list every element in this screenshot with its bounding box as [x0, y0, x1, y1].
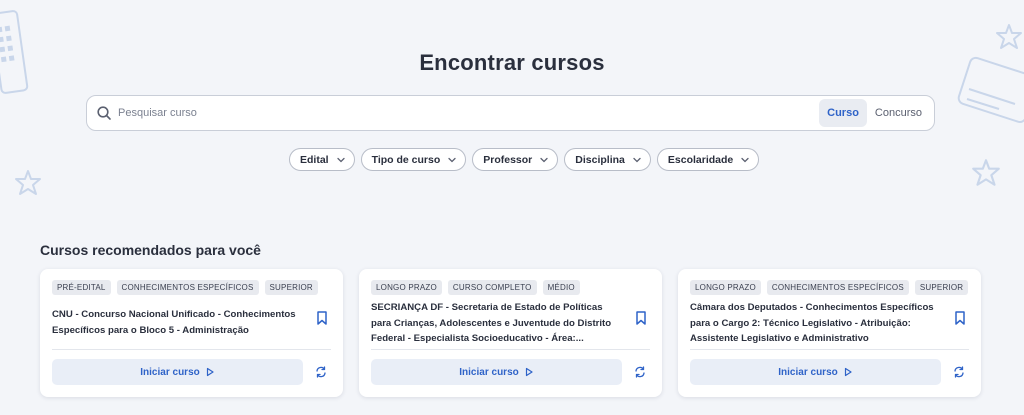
search-input[interactable]	[118, 96, 820, 130]
tag: LONGO PRAZO	[371, 280, 442, 295]
page-title: Encontrar cursos	[419, 50, 605, 75]
tag-list: LONGO PRAZO CURSO COMPLETO MÉDIO	[371, 280, 580, 295]
search-bar: Curso Concurso	[86, 95, 935, 131]
divider	[371, 349, 650, 350]
start-course-label: Iniciar curso	[140, 366, 200, 378]
course-title[interactable]: SECRIANÇA DF - Secretaria de Estado de P…	[371, 300, 621, 347]
filter-tipo-de-curso[interactable]: Tipo de curso	[360, 148, 467, 171]
star-decoration	[996, 24, 1022, 49]
start-course-label: Iniciar curso	[778, 366, 838, 378]
tag: CONHECIMENTOS ESPECÍFICOS	[766, 280, 909, 295]
star-decoration	[972, 159, 1000, 186]
start-course-label: Iniciar curso	[459, 366, 519, 378]
search-type-toggle: Curso Concurso	[819, 99, 930, 127]
star-decoration	[15, 170, 41, 195]
filter-label: Edital	[300, 153, 329, 166]
start-course-button[interactable]: Iniciar curso	[52, 359, 303, 385]
filter-label: Professor	[483, 153, 533, 166]
chevron-down-icon	[336, 155, 346, 165]
filter-bar: Edital Tipo de curso Professor Disciplin…	[289, 148, 760, 171]
tag-list: LONGO PRAZO CONHECIMENTOS ESPECÍFICOS SU…	[690, 280, 969, 295]
tag-list: PRÉ-EDITAL CONHECIMENTOS ESPECÍFICOS SUP…	[52, 280, 318, 295]
chevron-down-icon	[632, 155, 642, 165]
tag: PRÉ-EDITAL	[52, 280, 111, 295]
filter-escolaridade[interactable]: Escolaridade	[656, 148, 760, 171]
tag: SUPERIOR	[264, 280, 318, 295]
play-icon	[843, 367, 853, 377]
toggle-concurso[interactable]: Concurso	[867, 99, 930, 127]
divider	[52, 349, 331, 350]
course-title[interactable]: CNU - Concurso Nacional Unificado - Conh…	[52, 307, 302, 338]
course-title[interactable]: Câmara dos Deputados - Conhecimentos Esp…	[690, 300, 940, 347]
refresh-icon[interactable]	[314, 365, 328, 379]
refresh-icon[interactable]	[633, 365, 647, 379]
play-icon	[205, 367, 215, 377]
tag: SUPERIOR	[914, 280, 969, 295]
course-card: PRÉ-EDITAL CONHECIMENTOS ESPECÍFICOS SUP…	[40, 269, 343, 397]
filter-edital[interactable]: Edital	[289, 148, 355, 171]
bookmark-icon[interactable]	[315, 310, 329, 326]
filter-disciplina[interactable]: Disciplina	[564, 148, 651, 171]
play-icon	[524, 367, 534, 377]
chevron-down-icon	[447, 155, 457, 165]
course-card: LONGO PRAZO CURSO COMPLETO MÉDIO SECRIAN…	[359, 269, 662, 397]
divider	[690, 349, 969, 350]
tag: MÉDIO	[542, 280, 580, 295]
tag: LONGO PRAZO	[690, 280, 761, 295]
filter-label: Escolaridade	[667, 153, 734, 166]
chevron-down-icon	[740, 155, 750, 165]
filter-professor[interactable]: Professor	[472, 148, 559, 171]
filter-label: Tipo de curso	[371, 153, 441, 166]
filter-label: Disciplina	[575, 153, 625, 166]
section-title: Cursos recomendados para você	[40, 242, 261, 258]
bookmark-icon[interactable]	[634, 310, 648, 326]
toggle-curso[interactable]: Curso	[819, 99, 867, 127]
refresh-icon[interactable]	[952, 365, 966, 379]
bookmark-icon[interactable]	[953, 310, 967, 326]
course-card: LONGO PRAZO CONHECIMENTOS ESPECÍFICOS SU…	[678, 269, 981, 397]
start-course-button[interactable]: Iniciar curso	[690, 359, 941, 385]
tag: CURSO COMPLETO	[447, 280, 537, 295]
search-icon	[96, 105, 112, 121]
tag: CONHECIMENTOS ESPECÍFICOS	[116, 280, 259, 295]
chevron-down-icon	[539, 155, 549, 165]
start-course-button[interactable]: Iniciar curso	[371, 359, 622, 385]
